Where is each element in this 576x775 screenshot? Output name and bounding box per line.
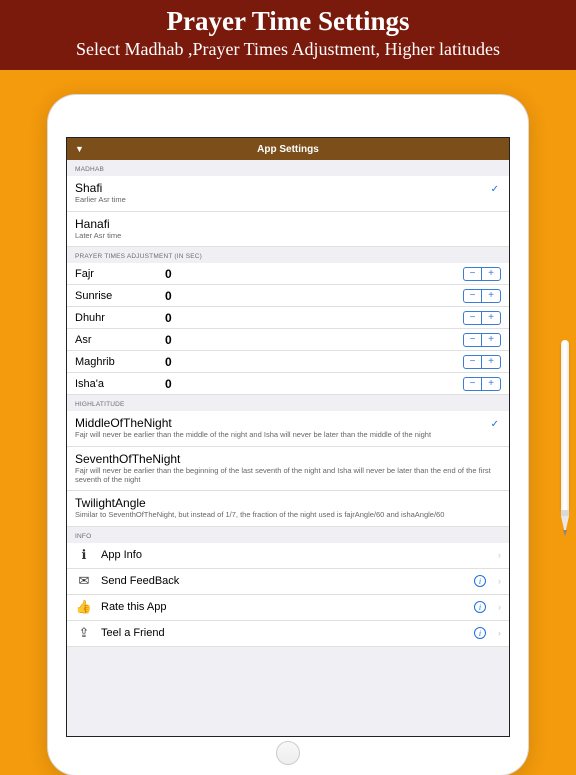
banner-title: Prayer Time Settings <box>0 6 576 37</box>
adjust-row: Maghrib0 −+ <box>67 351 509 373</box>
info-row-icon: ℹ <box>75 546 93 564</box>
highlat-name: MiddleOfTheNight <box>75 416 172 430</box>
highlat-sub: Fajr will never be earlier than the midd… <box>75 431 431 440</box>
madhab-sub: Earlier Asr time <box>75 196 126 205</box>
adjust-row: Asr0 −+ <box>67 329 509 351</box>
chevron-right-icon: › <box>498 550 501 560</box>
stepper[interactable]: −+ <box>463 355 501 369</box>
stepper-plus[interactable]: + <box>482 334 500 346</box>
section-header-adjust: PRAYER TIMES ADJUSTMENT (IN SEC) <box>67 247 509 263</box>
prayer-value: 0 <box>165 311 441 325</box>
ipad-frame: ▼ App Settings MADHAB ShafiEarlier Asr t… <box>48 95 528 775</box>
promo-banner: Prayer Time Settings Select Madhab ,Pray… <box>0 0 576 70</box>
highlat-option[interactable]: SeventhOfTheNightFajr will never be earl… <box>67 447 509 491</box>
prayer-name: Asr <box>75 334 165 346</box>
back-icon[interactable]: ▼ <box>75 144 84 154</box>
stepper-minus[interactable]: − <box>464 356 482 368</box>
chevron-right-icon: › <box>498 602 501 612</box>
adjust-row: Sunrise0 −+ <box>67 285 509 307</box>
prayer-value: 0 <box>165 355 441 369</box>
madhab-option[interactable]: ShafiEarlier Asr time ✓ <box>67 176 509 212</box>
info-row-label: App Info <box>101 549 490 561</box>
prayer-name: Isha'a <box>75 378 165 390</box>
info-badge-icon: i <box>474 601 486 613</box>
app-screen: ▼ App Settings MADHAB ShafiEarlier Asr t… <box>66 137 510 737</box>
info-row-label: Rate this App <box>101 601 466 613</box>
ipad-home-button <box>276 741 300 765</box>
check-icon: ✓ <box>491 419 499 430</box>
madhab-option[interactable]: HanafiLater Asr time <box>67 212 509 248</box>
adjust-row: Dhuhr0 −+ <box>67 307 509 329</box>
nav-title: App Settings <box>257 144 319 155</box>
highlat-option[interactable]: MiddleOfTheNightFajr will never be earli… <box>67 411 509 447</box>
adjust-row: Isha'a0 −+ <box>67 373 509 395</box>
stepper-minus[interactable]: − <box>464 312 482 324</box>
prayer-value: 0 <box>165 333 441 347</box>
chevron-right-icon: › <box>498 576 501 586</box>
prayer-name: Maghrib <box>75 356 165 368</box>
highlat-sub: Similar to SeventhOfTheNight, but instea… <box>75 511 444 520</box>
prayer-name: Fajr <box>75 268 165 280</box>
info-row[interactable]: ✉ Send FeedBack i › <box>67 569 509 595</box>
highlat-sub: Fajr will never be earlier than the begi… <box>75 467 501 484</box>
info-row[interactable]: 👍 Rate this App i › <box>67 595 509 621</box>
stepper[interactable]: −+ <box>463 377 501 391</box>
section-header-madhab: MADHAB <box>67 160 509 176</box>
nav-bar: ▼ App Settings <box>67 138 509 160</box>
prayer-value: 0 <box>165 267 441 281</box>
stepper-minus[interactable]: − <box>464 378 482 390</box>
stepper-minus[interactable]: − <box>464 290 482 302</box>
info-badge-icon: i <box>474 627 486 639</box>
madhab-sub: Later Asr time <box>75 232 121 241</box>
stepper[interactable]: −+ <box>463 333 501 347</box>
apple-pencil <box>558 340 572 550</box>
highlat-name: SeventhOfTheNight <box>75 452 180 466</box>
highlat-name: TwilightAngle <box>75 496 146 510</box>
stepper-minus[interactable]: − <box>464 268 482 280</box>
info-row-icon: ✉ <box>75 572 93 590</box>
section-header-highlat: HIGHLATITUDE <box>67 395 509 411</box>
stepper[interactable]: −+ <box>463 311 501 325</box>
stepper-plus[interactable]: + <box>482 356 500 368</box>
madhab-name: Shafi <box>75 181 102 195</box>
info-row-icon: 👍 <box>75 598 93 616</box>
madhab-name: Hanafi <box>75 217 110 231</box>
section-header-info: INFO <box>67 527 509 543</box>
info-badge-icon: i <box>474 575 486 587</box>
stepper-plus[interactable]: + <box>482 290 500 302</box>
stepper-plus[interactable]: + <box>482 268 500 280</box>
prayer-name: Sunrise <box>75 290 165 302</box>
check-icon: ✓ <box>491 184 499 195</box>
stepper-minus[interactable]: − <box>464 334 482 346</box>
banner-subtitle: Select Madhab ,Prayer Times Adjustment, … <box>0 39 576 60</box>
prayer-name: Dhuhr <box>75 312 165 324</box>
highlat-option[interactable]: TwilightAngleSimilar to SeventhOfTheNigh… <box>67 491 509 527</box>
stepper-plus[interactable]: + <box>482 378 500 390</box>
chevron-right-icon: › <box>498 628 501 638</box>
stepper[interactable]: −+ <box>463 289 501 303</box>
info-row[interactable]: ℹ App Info › <box>67 543 509 569</box>
info-row[interactable]: ⇪ Teel a Friend i › <box>67 621 509 647</box>
info-row-icon: ⇪ <box>75 624 93 642</box>
adjust-row: Fajr0 −+ <box>67 263 509 285</box>
prayer-value: 0 <box>165 377 441 391</box>
stepper-plus[interactable]: + <box>482 312 500 324</box>
info-row-label: Teel a Friend <box>101 627 466 639</box>
stepper[interactable]: −+ <box>463 267 501 281</box>
info-row-label: Send FeedBack <box>101 575 466 587</box>
prayer-value: 0 <box>165 289 441 303</box>
